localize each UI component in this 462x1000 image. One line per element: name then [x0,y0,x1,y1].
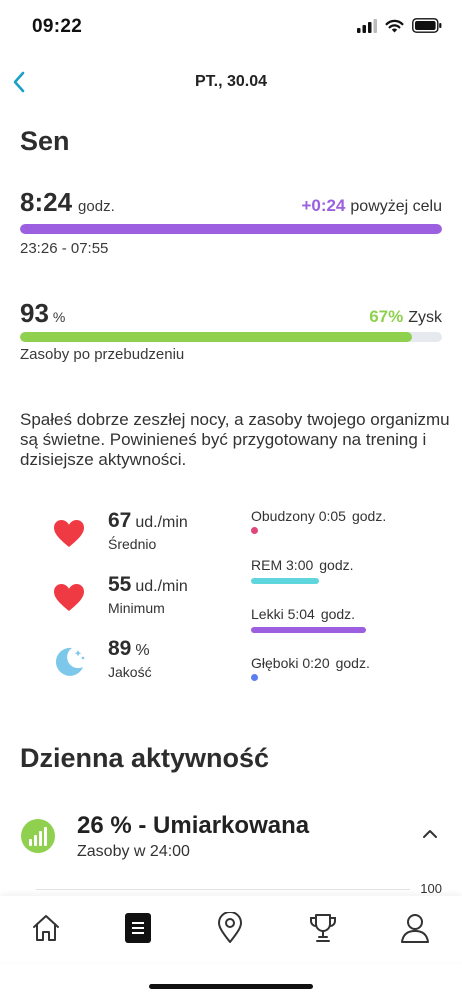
diary-icon [125,913,151,943]
stat-label: Średnio [108,536,157,552]
phase-name: Lekki [251,606,284,622]
phase-duration: 5:04 [287,606,315,622]
phase-duration: 0:05 [318,508,346,524]
phase-unit: godz. [335,655,370,671]
heart-icon [54,584,84,611]
phase-light: Lekki 5:04 godz. [251,606,451,636]
tab-trophy[interactable] [305,910,341,946]
tab-diary[interactable] [120,910,156,946]
phase-duration: 0:20 [302,655,330,671]
phase-unit: godz. [320,606,356,622]
battery-icon [412,18,442,33]
heart-icon [54,520,84,547]
page-title: PT., 30.04 [194,73,268,90]
map-pin-icon [218,912,242,943]
sleep-description: Spałeś dobrze zeszłej nocy, a zasoby two… [20,410,450,469]
phase-unit: godz. [319,557,354,573]
stat-sleep-quality: 89% Jakość [52,637,232,687]
stat-value: 89 [108,637,132,660]
chart-gridline [36,889,410,890]
resources-unit: % [52,309,66,325]
chevron-up-icon[interactable] [422,828,438,840]
resources-label: Zasoby po przebudzeniu [20,346,185,363]
home-indicator [149,984,313,989]
profile-icon [401,914,429,943]
stat-value: 67 [108,509,132,532]
stat-value: 55 [108,573,132,596]
status-time: 09:22 [32,16,83,37]
phase-name: Obudzony [251,508,315,524]
gain-value: 67% [369,307,404,326]
wifi-icon [385,19,404,32]
phase-awake: Obudzony 0:05 godz. [251,508,451,538]
stat-label: Jakość [108,664,152,680]
resources-bar [20,332,442,342]
stat-unit: ud./min [135,578,188,595]
goal-diff-label: powyżej celu [350,198,442,215]
phase-deep: Głęboki 0:20 godz. [251,655,451,685]
chart-max-label: 100 [420,881,442,896]
stat-min-heart-rate: 55 ud./min Minimum [52,573,232,623]
resources-row: 93% 67% Zysk [20,298,442,329]
sleep-section-title: Sen [20,126,70,156]
phase-unit: godz. [351,508,387,524]
tab-profile[interactable] [397,910,433,946]
activity-section-title: Dzienna aktywność [20,743,270,773]
tab-bar [0,896,462,962]
sleep-duration-bar-fill [20,224,442,234]
sleep-duration-row: 8:24 godz. +0:24 powyżej celu [20,187,442,218]
moon-icon [55,647,85,676]
sleep-duration-bar [20,224,442,234]
tab-map[interactable] [212,910,248,946]
phase-duration: 3:00 [286,557,314,573]
resources-value: 93 [20,298,49,328]
sleep-time-range: 23:26 - 07:55 [20,240,109,257]
sleep-duration-value: 8:24 [20,187,73,217]
phase-name: REM [251,557,283,573]
trophy-icon [310,914,336,942]
home-icon [33,915,59,941]
phase-bar [251,578,319,584]
tab-home[interactable] [28,910,64,946]
stat-unit: ud./min [135,514,188,531]
signal-icon [357,18,377,33]
phase-dot [251,674,258,681]
gain-label: Zysk [408,309,442,326]
nav-header: PT., 30.04 [0,62,462,104]
activity-subtitle: Zasoby w 24:00 [77,843,190,860]
phase-name: Głęboki [251,655,299,671]
resources-bar-fill [20,332,413,342]
status-bar: 09:22 [0,0,462,56]
status-icons [357,18,442,33]
activity-level-icon [21,819,55,853]
phase-rem: REM 3:00 godz. [251,557,451,587]
phase-bar [251,627,366,633]
phase-dot [251,527,258,534]
sleep-duration-unit: godz. [78,198,115,215]
stat-avg-heart-rate: 67 ud./min Średnio [52,509,232,559]
stat-unit: % [135,642,150,659]
stat-label: Minimum [108,600,165,616]
activity-level: 26 % - Umiarkowana [77,812,310,839]
goal-diff-value: +0:24 [301,196,346,215]
